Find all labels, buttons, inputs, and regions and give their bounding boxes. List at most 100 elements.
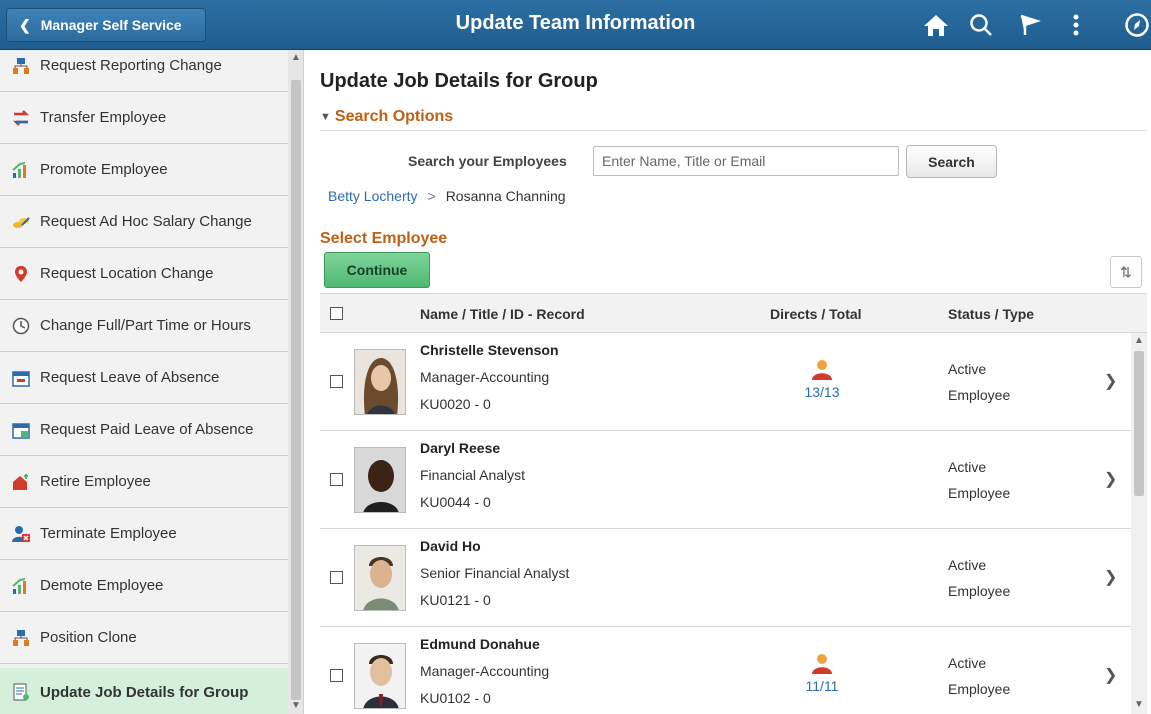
sidebar-item-label: Position Clone [40, 629, 137, 646]
scroll-down-icon[interactable]: ▼ [288, 700, 303, 711]
table-row[interactable]: Christelle Stevenson Manager-Accounting … [320, 333, 1131, 431]
employee-type: Employee [948, 485, 1011, 501]
employee-photo [354, 643, 406, 709]
divider [320, 130, 1147, 131]
sidebar-item-request-ad-hoc-salary-change[interactable]: Request Ad Hoc Salary Change [0, 196, 288, 248]
sidebar-scrollbar[interactable]: ▲ ▼ [288, 50, 303, 714]
chevron-right-icon[interactable]: ❯ [1104, 371, 1117, 391]
chevron-left-icon: ❮ [19, 16, 31, 33]
sidebar-item-terminate-employee[interactable]: Terminate Employee [0, 508, 288, 560]
column-header-status[interactable]: Status / Type [948, 306, 1034, 322]
employee-title: Manager-Accounting [420, 369, 550, 385]
search-options-toggle[interactable]: ▼ Search Options [320, 108, 453, 126]
salary-coins-icon [12, 213, 30, 231]
row-checkbox[interactable] [330, 473, 343, 486]
search-icon[interactable] [966, 10, 996, 40]
sidebar-item-label: Transfer Employee [40, 109, 167, 126]
sidebar-item-request-reporting-change[interactable]: Request Reporting Change [0, 50, 288, 92]
grid-scroll-thumb[interactable] [1134, 351, 1144, 496]
sidebar-item-promote-employee[interactable]: Promote Employee [0, 144, 288, 196]
app-header: ❮ Manager Self Service Update Team Infor… [0, 0, 1151, 50]
paid-calendar-icon [12, 421, 30, 439]
scroll-up-icon[interactable]: ▲ [288, 52, 303, 63]
row-checkbox[interactable] [330, 669, 343, 682]
sidebar-item-demote-employee[interactable]: Demote Employee [0, 560, 288, 612]
grid-header: Name / Title / ID - Record Directs / Tot… [320, 293, 1147, 333]
grid-scrollbar[interactable]: ▲ ▼ [1131, 333, 1147, 714]
sidebar-item-request-leave-of-absence[interactable]: Request Leave of Absence [0, 352, 288, 404]
search-button[interactable]: Search [906, 145, 997, 178]
sort-icon[interactable]: ⇅ [1110, 256, 1142, 288]
employee-name: Daryl Reese [420, 440, 501, 456]
sidebar-item-update-job-details-for-group[interactable]: Update Job Details for Group [0, 668, 288, 714]
directs-total[interactable]: 11/11 [792, 653, 852, 694]
chevron-right-icon[interactable]: ❯ [1104, 567, 1117, 587]
org-chart-icon [12, 629, 30, 647]
employee-status: Active [948, 361, 987, 377]
more-icon[interactable] [1061, 10, 1091, 40]
column-header-directs[interactable]: Directs / Total [770, 306, 862, 322]
search-options-label: Search Options [334, 108, 454, 125]
employee-status: Active [948, 459, 987, 475]
employee-name: Christelle Stevenson [420, 342, 559, 358]
select-all-checkbox[interactable] [330, 307, 343, 320]
sidebar-item-label: Request Leave of Absence [40, 369, 220, 386]
employee-title: Senior Financial Analyst [420, 565, 570, 581]
navbar-icon[interactable] [1122, 10, 1151, 40]
employee-title: Manager-Accounting [420, 663, 550, 679]
employee-photo [354, 447, 406, 513]
sidebar-scroll-thumb[interactable] [291, 80, 301, 700]
breadcrumb-current: Rosanna Channing [445, 188, 566, 204]
employee-photo [354, 545, 406, 611]
sidebar: Request Reporting Change Transfer Employ… [0, 50, 304, 714]
flag-icon[interactable] [1014, 10, 1044, 40]
org-chart-icon [12, 57, 30, 75]
team-icon [812, 654, 832, 674]
sidebar-item-label: Request Paid Leave of Absence [40, 421, 254, 438]
scroll-up-icon[interactable]: ▲ [1131, 335, 1147, 346]
sidebar-item-label: Change Full/Part Time or Hours [40, 317, 251, 334]
home-icon[interactable] [921, 10, 951, 40]
employee-type: Employee [948, 681, 1011, 697]
employee-id: KU0121 - 0 [420, 592, 491, 608]
location-pin-icon [12, 265, 30, 283]
clock-icon [12, 317, 30, 335]
sidebar-item-request-paid-leave-of-absence[interactable]: Request Paid Leave of Absence [0, 404, 288, 456]
sidebar-item-position-clone[interactable]: Position Clone [0, 612, 288, 664]
scroll-down-icon[interactable]: ▼ [1131, 699, 1147, 710]
calendar-icon [12, 369, 30, 387]
job-details-icon [12, 683, 30, 701]
breadcrumb: Betty Locherty > Rosanna Channing [328, 188, 566, 204]
breadcrumb-separator: > [427, 188, 436, 204]
sidebar-item-label: Request Reporting Change [40, 57, 222, 74]
sidebar-item-change-full-part-time[interactable]: Change Full/Part Time or Hours [0, 300, 288, 352]
chevron-right-icon[interactable]: ❯ [1104, 665, 1117, 685]
breadcrumb-link[interactable]: Betty Locherty [328, 188, 418, 204]
employee-type: Employee [948, 583, 1011, 599]
directs-count[interactable]: 13/13 [792, 384, 852, 400]
row-checkbox[interactable] [330, 571, 343, 584]
employee-name: David Ho [420, 538, 481, 554]
search-input[interactable] [593, 146, 899, 176]
continue-button[interactable]: Continue [324, 252, 430, 288]
demote-chart-icon [12, 577, 30, 595]
sidebar-item-retire-employee[interactable]: Retire Employee [0, 456, 288, 508]
employee-id: KU0020 - 0 [420, 396, 491, 412]
row-checkbox[interactable] [330, 375, 343, 388]
sidebar-item-transfer-employee[interactable]: Transfer Employee [0, 92, 288, 144]
terminate-person-icon [12, 525, 30, 543]
back-button[interactable]: ❮ Manager Self Service [6, 8, 206, 42]
employee-name: Edmund Donahue [420, 636, 540, 652]
table-row[interactable]: Daryl Reese Financial Analyst KU0044 - 0… [320, 431, 1131, 529]
directs-total[interactable]: 13/13 [792, 359, 852, 400]
sidebar-item-request-location-change[interactable]: Request Location Change [0, 248, 288, 300]
promote-chart-icon [12, 161, 30, 179]
directs-count[interactable]: 11/11 [792, 678, 852, 694]
chevron-right-icon[interactable]: ❯ [1104, 469, 1117, 489]
table-row[interactable]: Edmund Donahue Manager-Accounting KU0102… [320, 627, 1131, 714]
back-button-label: Manager Self Service [40, 17, 182, 33]
table-row[interactable]: David Ho Senior Financial Analyst KU0121… [320, 529, 1131, 627]
column-header-name[interactable]: Name / Title / ID - Record [420, 306, 585, 322]
transfer-arrows-icon [12, 109, 30, 127]
sidebar-item-label: Retire Employee [40, 473, 151, 490]
